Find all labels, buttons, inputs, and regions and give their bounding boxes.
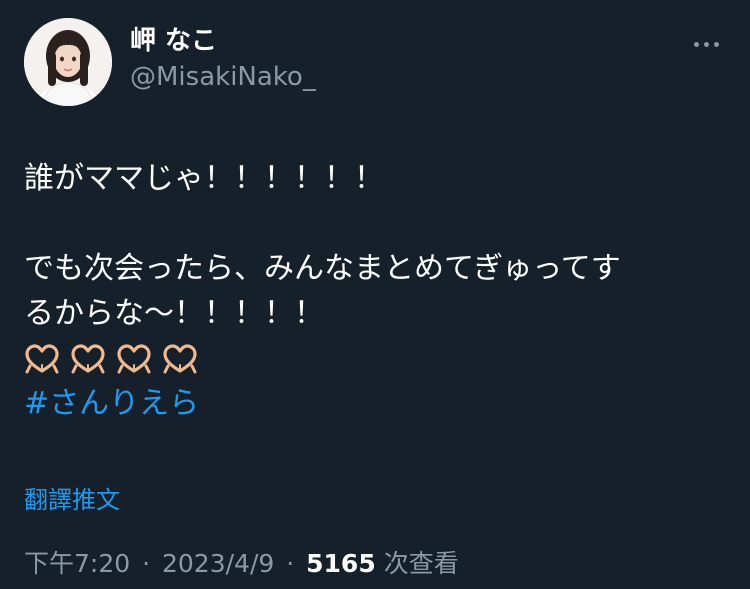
more-options-button[interactable] [688, 34, 724, 54]
avatar-image [24, 18, 112, 106]
views-label: 次查看 [383, 549, 459, 578]
tweet-metadata: 下午7:20 · 2023/4/9 · 5165 次查看 [24, 546, 459, 582]
heart-hands-icon [163, 343, 197, 373]
heart-hands-icon [71, 343, 105, 373]
tweet: 岬 なこ @MisakiNako_ 誰がママじゃ！！！！！！ でも次会ったら、み… [0, 0, 750, 589]
tweet-text-line: でも次会ったら、みんなまとめてぎゅってす [24, 251, 621, 286]
views-count: 5165 [306, 549, 376, 578]
username-handle[interactable]: @MisakiNako_ [130, 60, 316, 94]
tweet-text-line: 誰がママじゃ！！！！！！ [24, 161, 384, 196]
tweet-text-line: るからな〜！！！！！ [24, 296, 324, 331]
meta-separator: · [286, 549, 295, 578]
line-break [24, 201, 728, 246]
tweet-time[interactable]: 下午7:20 [24, 549, 130, 578]
more-dot-icon [713, 41, 719, 47]
avatar[interactable] [24, 18, 112, 106]
heart-hands-icon [117, 343, 151, 373]
hashtag-link[interactable]: #さんりえら [24, 381, 728, 426]
tweet-text: 誰がママじゃ！！！！！！ でも次会ったら、みんなまとめてぎゅってす るからな〜！… [24, 156, 728, 426]
emoji-row [24, 336, 728, 381]
translate-tweet-link[interactable]: 翻譯推文 [24, 482, 120, 518]
display-name[interactable]: 岬 なこ [130, 24, 316, 58]
tweet-date[interactable]: 2023/4/9 [162, 549, 274, 578]
more-dot-icon [703, 41, 709, 47]
author-names: 岬 なこ @MisakiNako_ [130, 24, 316, 94]
heart-hands-icon [25, 343, 59, 373]
more-dot-icon [693, 41, 699, 47]
tweet-header: 岬 なこ @MisakiNako_ [24, 16, 724, 108]
meta-separator: · [142, 549, 151, 578]
